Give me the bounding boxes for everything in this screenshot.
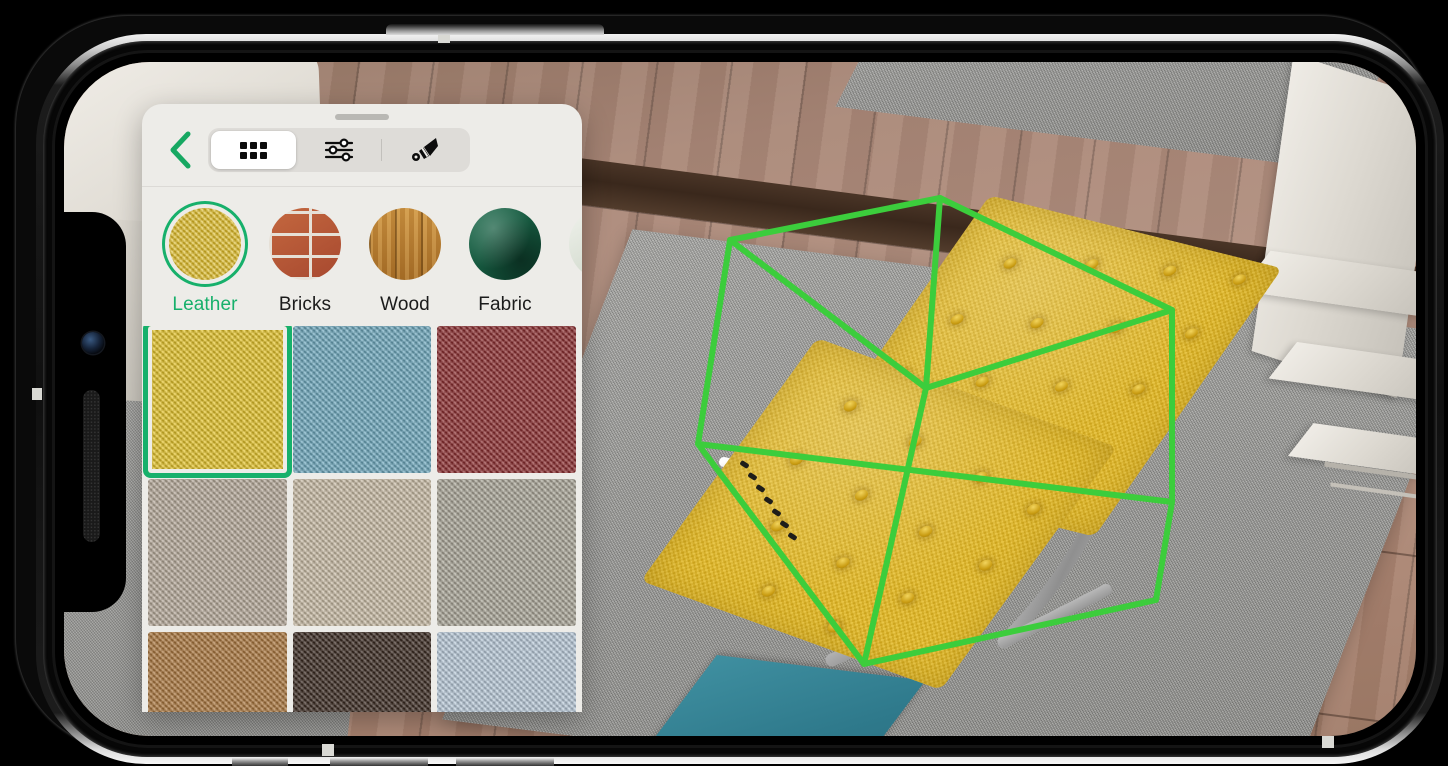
ar-selection-bounding-box[interactable] (694, 192, 1234, 682)
category-ring (162, 201, 248, 287)
tab-paint-brush[interactable] (382, 131, 467, 169)
category-ring (562, 201, 582, 287)
swatch-teal-leather[interactable] (292, 326, 432, 473)
swatch-yellow-leather[interactable] (148, 326, 287, 473)
swatch-dark-brown-leather[interactable] (292, 632, 432, 712)
panel-header (142, 120, 582, 186)
swatch-dark-red-leather[interactable] (437, 326, 576, 473)
category-label: Li (562, 294, 582, 316)
category-ring (362, 201, 448, 287)
category-thumbnail-icon (469, 208, 541, 280)
sliders-icon (324, 138, 353, 162)
category-thumbnail-icon (369, 208, 441, 280)
category-label: Leather (172, 294, 238, 315)
antenna-line-left (32, 388, 42, 400)
phone-notch (60, 212, 126, 612)
material-category-strip[interactable]: Leather Bricks Wood Fabric Li (142, 187, 582, 326)
phone-frame: Leather Bricks Wood Fabric Li (16, 16, 1444, 766)
screenshot-root: Leather Bricks Wood Fabric Li (0, 0, 1448, 766)
power-button-top[interactable] (386, 24, 604, 35)
tab-adjust-sliders[interactable] (296, 131, 381, 169)
category-leather[interactable]: Leather (162, 201, 248, 316)
volume-down-button[interactable] (330, 758, 428, 766)
antenna-line-bottom (322, 744, 334, 756)
category-ring (262, 201, 348, 287)
volume-up-button[interactable] (456, 758, 554, 766)
view-mode-segmented-control[interactable] (208, 128, 470, 172)
phone-screen: Leather Bricks Wood Fabric Li (64, 62, 1416, 736)
material-swatch-grid[interactable] (148, 326, 576, 712)
tab-materials-grid[interactable] (211, 131, 296, 169)
category-li[interactable]: Li (562, 201, 582, 316)
swatch-caramel-leather[interactable] (148, 632, 287, 712)
category-thumbnail-icon (269, 208, 341, 280)
category-thumbnail-icon (569, 208, 582, 280)
category-label: Bricks (278, 294, 332, 315)
grid-icon (240, 141, 267, 159)
category-fabric[interactable]: Fabric (462, 201, 548, 316)
chevron-left-icon (170, 131, 191, 169)
category-label: Wood (380, 294, 430, 315)
swatch-sand-beige-leather[interactable] (292, 479, 432, 626)
category-bricks[interactable]: Bricks (262, 201, 348, 316)
swatch-warm-taupe-leather[interactable] (148, 479, 287, 626)
mute-switch[interactable] (232, 758, 288, 766)
category-label: Fabric (478, 294, 532, 315)
material-swatch-area[interactable] (142, 326, 582, 712)
category-wood[interactable]: Wood (362, 201, 448, 316)
paintbrush-icon (411, 138, 438, 161)
category-ring (462, 201, 548, 287)
front-camera-icon (82, 332, 104, 354)
antenna-line-bottom-right (1322, 736, 1334, 748)
earpiece-speaker (83, 390, 100, 542)
swatch-light-blue-leather[interactable] (437, 632, 576, 712)
back-button[interactable] (158, 128, 202, 172)
swatch-cool-gray-leather[interactable] (437, 479, 576, 626)
material-picker-panel[interactable]: Leather Bricks Wood Fabric Li (142, 104, 582, 712)
category-thumbnail-icon (169, 208, 241, 280)
